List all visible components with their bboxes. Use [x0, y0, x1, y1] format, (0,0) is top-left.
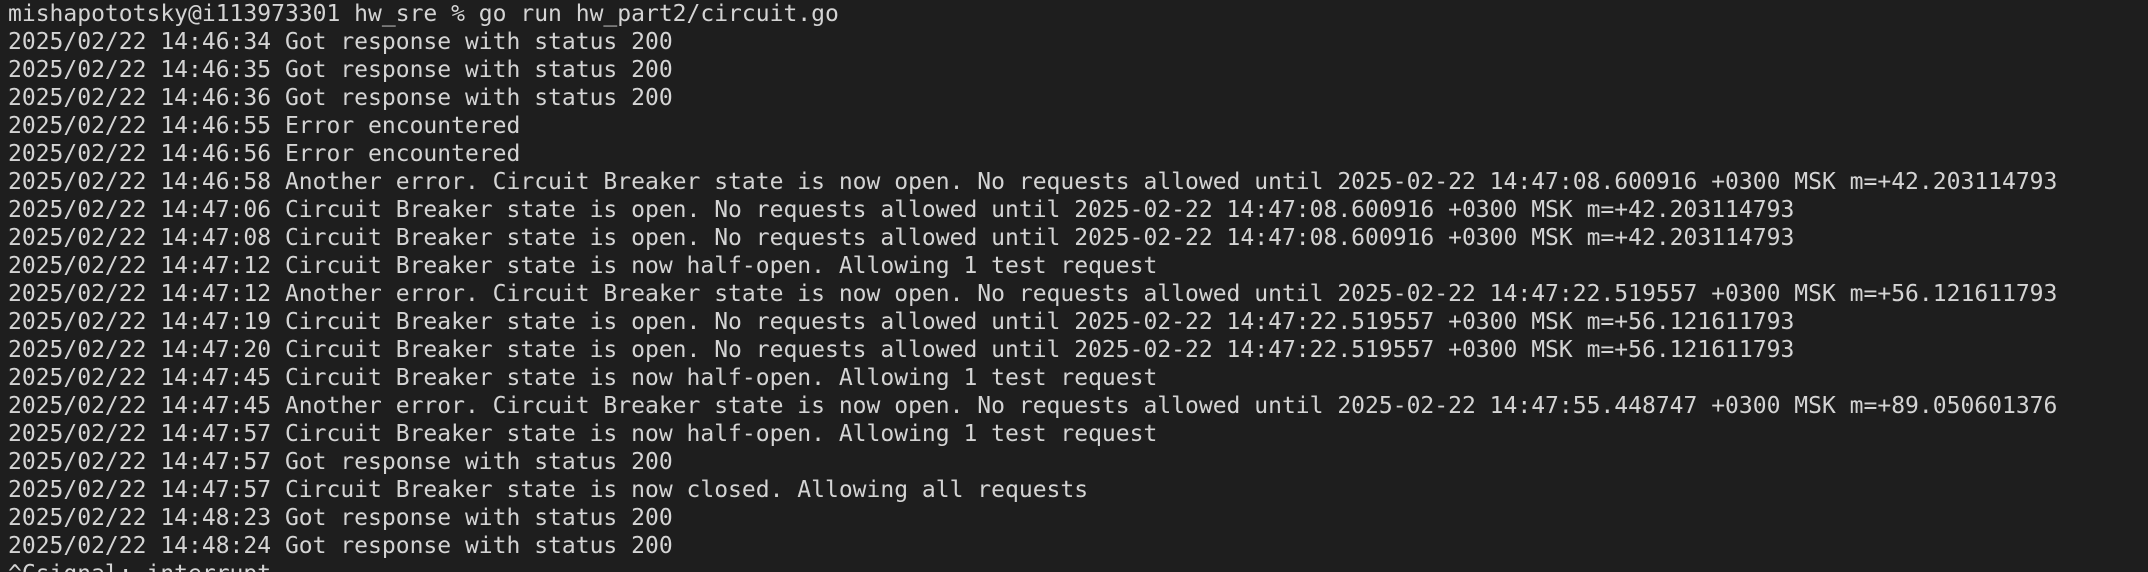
- log-line: 2025/02/22 14:46:55 Error encountered: [8, 113, 521, 139]
- log-line: 2025/02/22 14:46:58 Another error. Circu…: [8, 169, 2058, 195]
- log-line: 2025/02/22 14:47:12 Circuit Breaker stat…: [8, 253, 1158, 279]
- log-line: 2025/02/22 14:47:57 Circuit Breaker stat…: [8, 421, 1158, 447]
- log-line: 2025/02/22 14:47:57 Got response with st…: [8, 449, 673, 475]
- log-line: 2025/02/22 14:47:12 Another error. Circu…: [8, 281, 2058, 307]
- log-line: 2025/02/22 14:47:45 Circuit Breaker stat…: [8, 365, 1158, 391]
- interrupt-signal-line: ^Csignal: interrupt: [8, 560, 2148, 572]
- log-line: 2025/02/22 14:47:57 Circuit Breaker stat…: [8, 477, 1089, 503]
- log-line: 2025/02/22 14:47:20 Circuit Breaker stat…: [8, 337, 1795, 363]
- log-line: 2025/02/22 14:47:19 Circuit Breaker stat…: [8, 309, 1795, 335]
- log-line: 2025/02/22 14:47:06 Circuit Breaker stat…: [8, 197, 1795, 223]
- shell-prompt-command: mishapototsky@i113973301 hw_sre % go run…: [8, 1, 839, 27]
- log-line: 2025/02/22 14:48:24 Got response with st…: [8, 533, 673, 559]
- log-line: 2025/02/22 14:46:56 Error encountered: [8, 141, 521, 167]
- log-line: 2025/02/22 14:47:08 Circuit Breaker stat…: [8, 225, 1795, 251]
- log-line: 2025/02/22 14:47:45 Another error. Circu…: [8, 393, 2058, 419]
- log-line: 2025/02/22 14:46:35 Got response with st…: [8, 57, 673, 83]
- log-line: 2025/02/22 14:46:36 Got response with st…: [8, 85, 673, 111]
- log-line: 2025/02/22 14:46:34 Got response with st…: [8, 29, 673, 55]
- terminal-window[interactable]: mishapototsky@i113973301 hw_sre % go run…: [0, 0, 2148, 572]
- log-line: 2025/02/22 14:48:23 Got response with st…: [8, 505, 673, 531]
